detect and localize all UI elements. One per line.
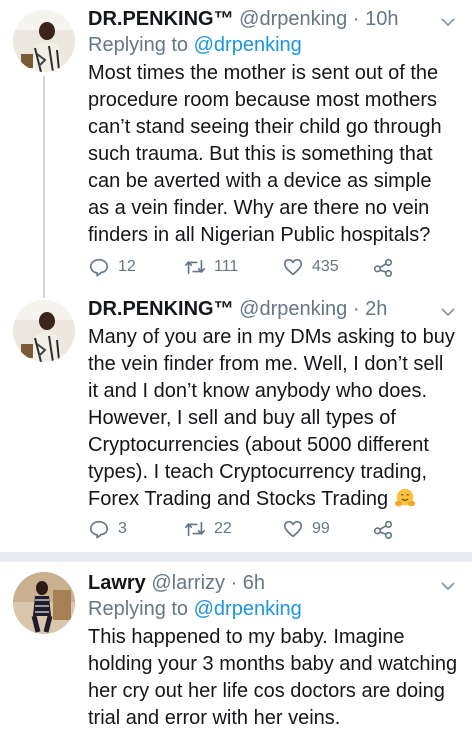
display-name[interactable]: DR.PENKING™ bbox=[88, 298, 234, 320]
timestamp[interactable]: · 2h bbox=[353, 298, 387, 320]
avatar[interactable] bbox=[13, 572, 75, 634]
like-icon bbox=[283, 258, 303, 276]
share-button[interactable] bbox=[372, 518, 394, 540]
replying-to-handle[interactable]: @drpenking bbox=[194, 34, 302, 56]
reply-button[interactable]: 12 bbox=[88, 256, 136, 278]
tweet-actions: 3 22 99 bbox=[88, 518, 442, 544]
reply-count: 12 bbox=[118, 258, 136, 275]
hugging-face-emoji bbox=[394, 488, 415, 507]
tweet-text: Many of you are in my DMs asking to buy … bbox=[88, 324, 458, 513]
display-name[interactable]: Lawry bbox=[88, 572, 146, 594]
tweet-header: DR.PENKING™ @drpenking · 2h bbox=[88, 296, 458, 322]
retweet-icon bbox=[185, 259, 205, 275]
tweet-actions: 12 111 435 bbox=[88, 256, 442, 282]
reply-button[interactable]: 3 bbox=[88, 518, 127, 540]
retweet-button[interactable]: 111 bbox=[184, 256, 238, 278]
avatar[interactable] bbox=[13, 10, 75, 72]
timestamp[interactable]: · 10h bbox=[353, 8, 399, 30]
share-button[interactable] bbox=[372, 256, 394, 278]
section-separator bbox=[0, 552, 472, 562]
tweet-header: DR.PENKING™ @drpenking · 10h bbox=[88, 6, 458, 32]
like-button[interactable]: 99 bbox=[282, 518, 330, 540]
tweet-2[interactable]: DR.PENKING™ @drpenking · 2h Many of you … bbox=[0, 290, 472, 552]
user-handle[interactable]: @larrizy bbox=[151, 572, 225, 594]
replying-to-label: Replying to bbox=[88, 34, 189, 56]
like-button[interactable]: 435 bbox=[282, 256, 339, 278]
thread-line bbox=[43, 290, 45, 298]
tweet-text: This happened to my baby. Imagine holdin… bbox=[88, 626, 458, 729]
replying-to-handle[interactable]: @drpenking bbox=[194, 598, 302, 620]
like-count: 99 bbox=[312, 520, 330, 537]
user-handle[interactable]: @drpenking bbox=[239, 8, 347, 30]
timestamp[interactable]: · 6h bbox=[231, 572, 265, 594]
user-handle[interactable]: @drpenking bbox=[239, 298, 347, 320]
share-icon bbox=[373, 520, 393, 539]
retweet-count: 111 bbox=[214, 258, 239, 275]
display-name[interactable]: DR.PENKING™ bbox=[88, 8, 234, 30]
retweet-icon bbox=[185, 521, 205, 537]
replying-to: Replying to @drpenking bbox=[88, 32, 458, 58]
tweet-text: Most times the mother is sent out of the… bbox=[88, 62, 442, 246]
reply-count: 3 bbox=[118, 520, 127, 537]
retweet-count: 22 bbox=[214, 520, 232, 537]
like-count: 435 bbox=[312, 258, 339, 275]
replying-to: Replying to @drpenking bbox=[88, 596, 458, 622]
reply-icon bbox=[89, 258, 109, 277]
share-icon bbox=[373, 258, 393, 277]
reply-icon bbox=[89, 520, 109, 539]
thread-line bbox=[43, 76, 45, 290]
avatar[interactable] bbox=[13, 300, 75, 362]
like-icon bbox=[283, 520, 303, 538]
tweet-header: Lawry @larrizy · 6h bbox=[88, 570, 458, 596]
tweet-3[interactable]: Lawry @larrizy · 6h Replying to @drpenki… bbox=[0, 562, 472, 733]
retweet-button[interactable]: 22 bbox=[184, 518, 232, 540]
tweet-text-content: Many of you are in my DMs asking to buy … bbox=[88, 326, 455, 510]
replying-to-label: Replying to bbox=[88, 598, 189, 620]
tweet-1[interactable]: DR.PENKING™ @drpenking · 10h Replying to… bbox=[0, 0, 472, 290]
